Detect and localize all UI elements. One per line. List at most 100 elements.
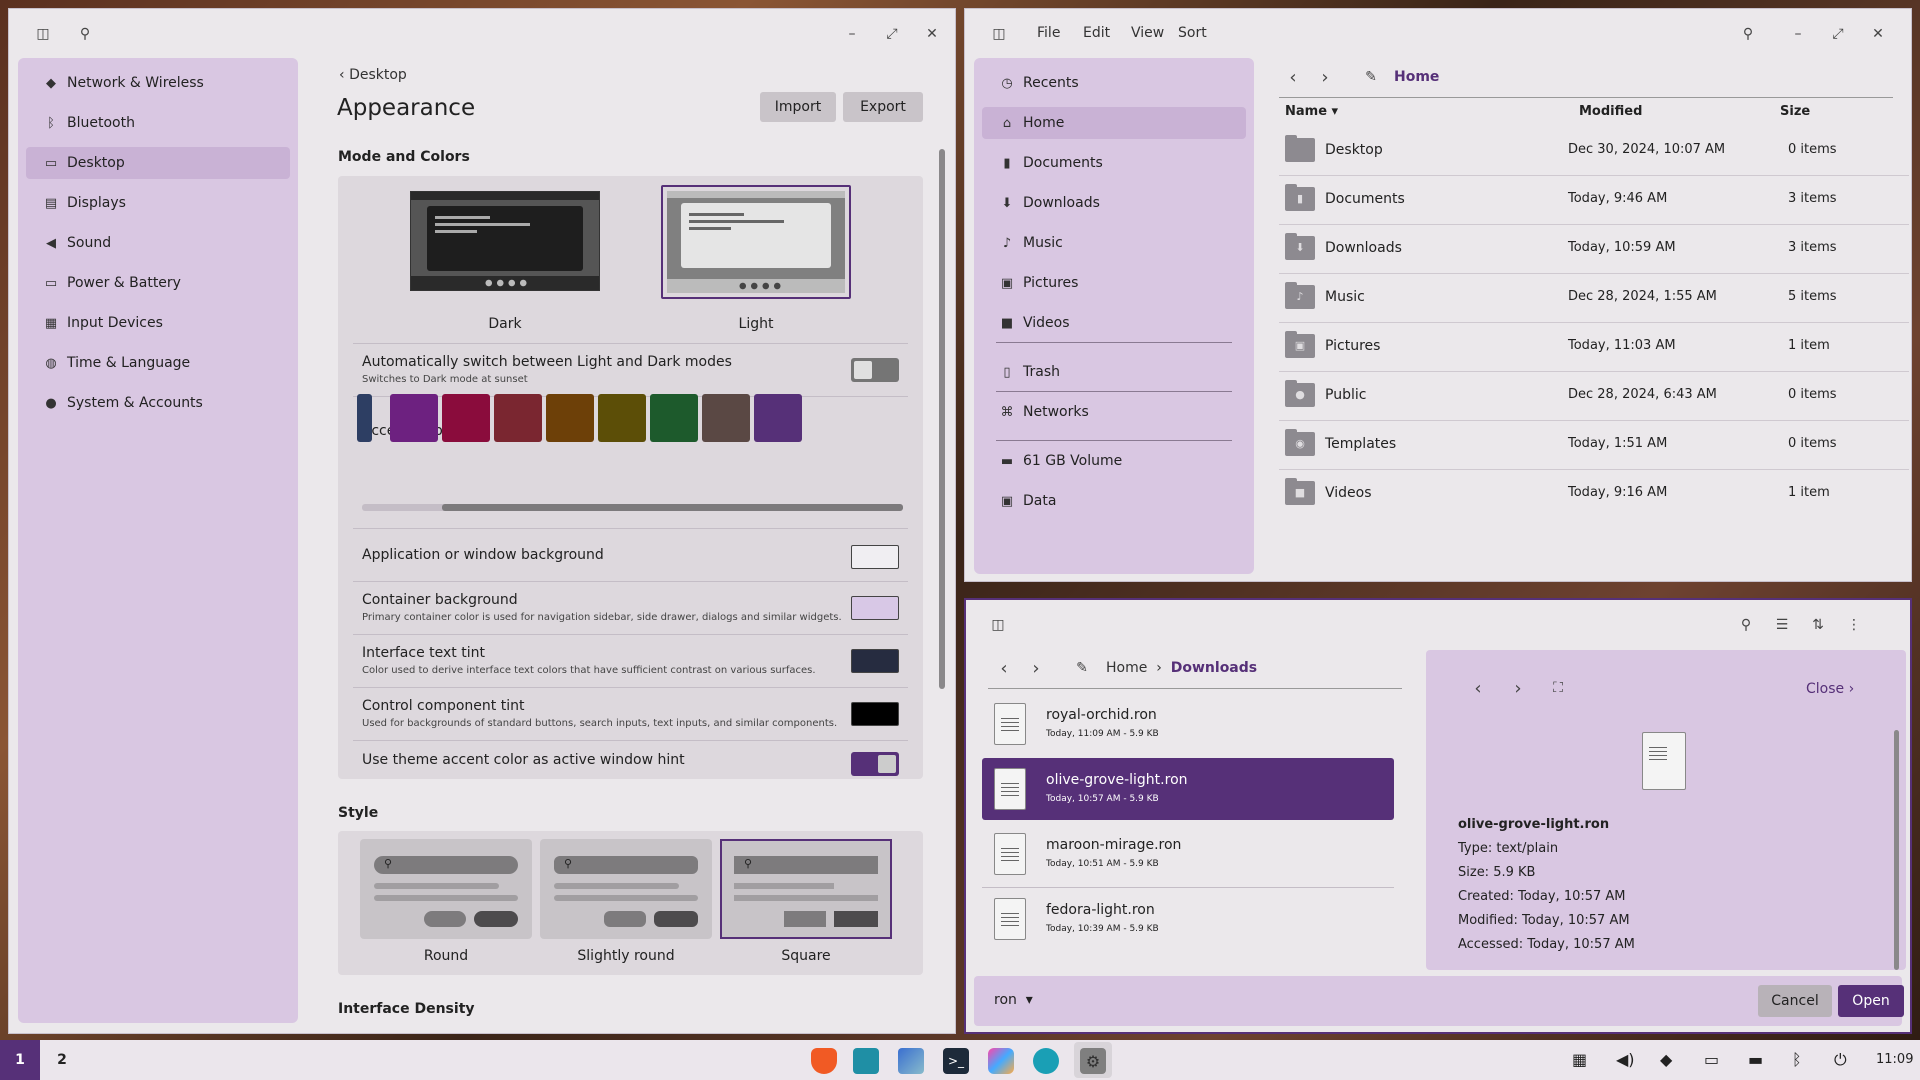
preview-close-button[interactable]: Close › — [1806, 681, 1854, 697]
sidebar-item-system-accounts[interactable]: ● System & Accounts — [26, 387, 290, 419]
clock[interactable]: 11:09 — [1876, 1052, 1913, 1067]
import-button[interactable]: Import — [760, 92, 836, 122]
forward-icon[interactable]: › — [1315, 67, 1335, 88]
sidebar-item-input-devices[interactable]: ▦ Input Devices — [26, 307, 290, 339]
accent-scrollbar[interactable] — [362, 504, 903, 511]
store-icon[interactable] — [988, 1048, 1014, 1074]
volume-icon[interactable]: ◀) — [1616, 1050, 1635, 1069]
style-slightly-round[interactable]: ⚲ — [540, 839, 712, 939]
search-icon[interactable]: ⚲ — [1738, 24, 1758, 44]
crumb-downloads[interactable]: Downloads — [1171, 660, 1257, 676]
accent-swatch[interactable] — [357, 394, 372, 442]
open-button[interactable]: Open — [1838, 985, 1904, 1017]
file-list-item[interactable]: olive-grove-light.ron Today, 10:57 AM - 5… — [982, 758, 1394, 820]
back-icon[interactable]: ‹ — [1283, 67, 1303, 88]
sidebar-item-time-language[interactable]: ◍ Time & Language — [26, 347, 290, 379]
dark-mode-preview[interactable] — [410, 191, 600, 291]
export-button[interactable]: Export — [843, 92, 923, 122]
place-trash[interactable]: ▯ Trash — [982, 356, 1246, 388]
forward-icon[interactable]: › — [1026, 658, 1046, 679]
light-mode-preview[interactable] — [661, 185, 851, 299]
menu-view[interactable]: View — [1131, 25, 1164, 41]
text-editor-icon[interactable] — [898, 1048, 924, 1074]
preview-scrollbar[interactable] — [1894, 730, 1899, 970]
cancel-button[interactable]: Cancel — [1758, 985, 1832, 1017]
file-list-item[interactable]: maroon-mirage.ron Today, 10:51 AM - 5.9 K… — [982, 823, 1394, 888]
brave-browser-icon[interactable] — [811, 1048, 837, 1074]
sidebar-item-desktop[interactable]: ▭ Desktop — [26, 147, 290, 179]
edit-location-icon[interactable]: ✎ — [1072, 658, 1092, 678]
text-tint-swatch[interactable] — [851, 649, 899, 673]
sidebar-item-network-wireless[interactable]: ◆ Network & Wireless — [26, 67, 290, 99]
close-icon[interactable]: ✕ — [922, 24, 942, 44]
sort-icon[interactable]: ⇅ — [1808, 615, 1828, 635]
wifi-icon[interactable]: ◆ — [1660, 1050, 1672, 1069]
accent-swatch[interactable] — [598, 394, 646, 442]
search-icon[interactable]: ⚲ — [1736, 615, 1756, 635]
table-row[interactable]: ▣ Pictures Today, 11:03 AM 1 item — [1279, 323, 1909, 372]
place-recents[interactable]: ◷ Recents — [982, 67, 1246, 99]
accent-swatch[interactable] — [390, 394, 438, 442]
col-modified-header[interactable]: Modified — [1579, 104, 1642, 119]
file-list-item[interactable]: royal-orchid.ron Today, 11:09 AM - 5.9 KB — [982, 693, 1394, 755]
location-home[interactable]: Home — [1394, 69, 1439, 85]
breadcrumb-desktop[interactable]: Desktop — [349, 67, 407, 83]
notifications-icon[interactable]: ▬ — [1748, 1050, 1763, 1069]
place-networks[interactable]: ⌘ Networks — [982, 396, 1246, 428]
more-menu-icon[interactable]: ⋮ — [1844, 615, 1864, 635]
fullscreen-icon[interactable]: ⛶ — [1548, 678, 1568, 698]
auto-switch-toggle[interactable] — [851, 358, 899, 382]
sidebar-item-sound[interactable]: ◀ Sound — [26, 227, 290, 259]
files-app-icon[interactable] — [853, 1048, 879, 1074]
place-videos[interactable]: ■ Videos — [982, 307, 1246, 339]
close-icon[interactable]: ✕ — [1868, 24, 1888, 44]
place-home[interactable]: ⌂ Home — [982, 107, 1246, 139]
power-icon[interactable]: ⏻ — [1834, 1050, 1847, 1070]
accent-swatch[interactable] — [546, 394, 594, 442]
accent-hint-toggle[interactable] — [851, 752, 899, 776]
window-tiling-icon[interactable]: ▦ — [1572, 1050, 1587, 1069]
menu-sort[interactable]: Sort — [1178, 25, 1207, 41]
place-61-gb-volume[interactable]: ▬ 61 GB Volume — [982, 445, 1246, 477]
table-row[interactable]: ⬇ Downloads Today, 10:59 AM 3 items — [1279, 225, 1909, 274]
maximize-icon[interactable]: ⤢ — [882, 24, 902, 44]
filter-dropdown[interactable]: ron ▾ — [994, 992, 1033, 1008]
table-row[interactable]: ■ Videos Today, 9:16 AM 1 item — [1279, 470, 1889, 518]
place-pictures[interactable]: ▣ Pictures — [982, 267, 1246, 299]
battery-icon[interactable]: ▭ — [1704, 1050, 1719, 1069]
workspace-2-button[interactable]: 2 — [42, 1040, 82, 1080]
style-square[interactable]: ⚲ — [720, 839, 892, 939]
minimize-icon[interactable]: – — [1788, 24, 1808, 44]
accent-swatch[interactable] — [754, 394, 802, 442]
sidebar-toggle-icon[interactable]: ◫ — [988, 615, 1008, 635]
accent-swatch[interactable] — [702, 394, 750, 442]
place-data[interactable]: ▣ Data — [982, 485, 1246, 517]
terminal-icon[interactable]: >_ — [943, 1048, 969, 1074]
minimize-icon[interactable]: – — [842, 24, 862, 44]
style-round[interactable]: ⚲ — [360, 839, 532, 939]
place-downloads[interactable]: ⬇ Downloads — [982, 187, 1246, 219]
accent-swatch[interactable] — [494, 394, 542, 442]
file-list-item[interactable]: fedora-light.ron Today, 10:39 AM - 5.9 KB — [982, 888, 1394, 950]
col-name-header[interactable]: Name ▾ — [1285, 104, 1338, 119]
preview-back-icon[interactable]: ‹ — [1468, 678, 1488, 699]
preview-forward-icon[interactable]: › — [1508, 678, 1528, 699]
maximize-icon[interactable]: ⤢ — [1828, 24, 1848, 44]
sidebar-item-power-battery[interactable]: ▭ Power & Battery — [26, 267, 290, 299]
table-row[interactable]: ● Public Dec 28, 2024, 6:43 AM 0 items — [1279, 372, 1909, 421]
crumb-home[interactable]: Home — [1106, 660, 1147, 676]
sidebar-toggle-icon[interactable]: ◫ — [989, 24, 1009, 44]
back-icon[interactable]: ‹ — [994, 658, 1014, 679]
menu-file[interactable]: File — [1037, 25, 1060, 41]
table-row[interactable]: ♪ Music Dec 28, 2024, 1:55 AM 5 items — [1279, 274, 1909, 323]
workspace-1-button[interactable]: 1 — [0, 1040, 40, 1080]
control-tint-swatch[interactable] — [851, 702, 899, 726]
table-row[interactable]: Desktop Dec 30, 2024, 10:07 AM 0 items — [1279, 127, 1909, 176]
place-music[interactable]: ♪ Music — [982, 227, 1246, 259]
sidebar-item-bluetooth[interactable]: ᛒ Bluetooth — [26, 107, 290, 139]
settings-scrollbar[interactable] — [939, 149, 945, 689]
breadcrumb[interactable]: ‹ Desktop — [339, 67, 407, 83]
search-icon[interactable]: ⚲ — [75, 24, 95, 44]
table-row[interactable]: ▮ Documents Today, 9:46 AM 3 items — [1279, 176, 1909, 225]
window-bg-swatch[interactable] — [851, 545, 899, 569]
